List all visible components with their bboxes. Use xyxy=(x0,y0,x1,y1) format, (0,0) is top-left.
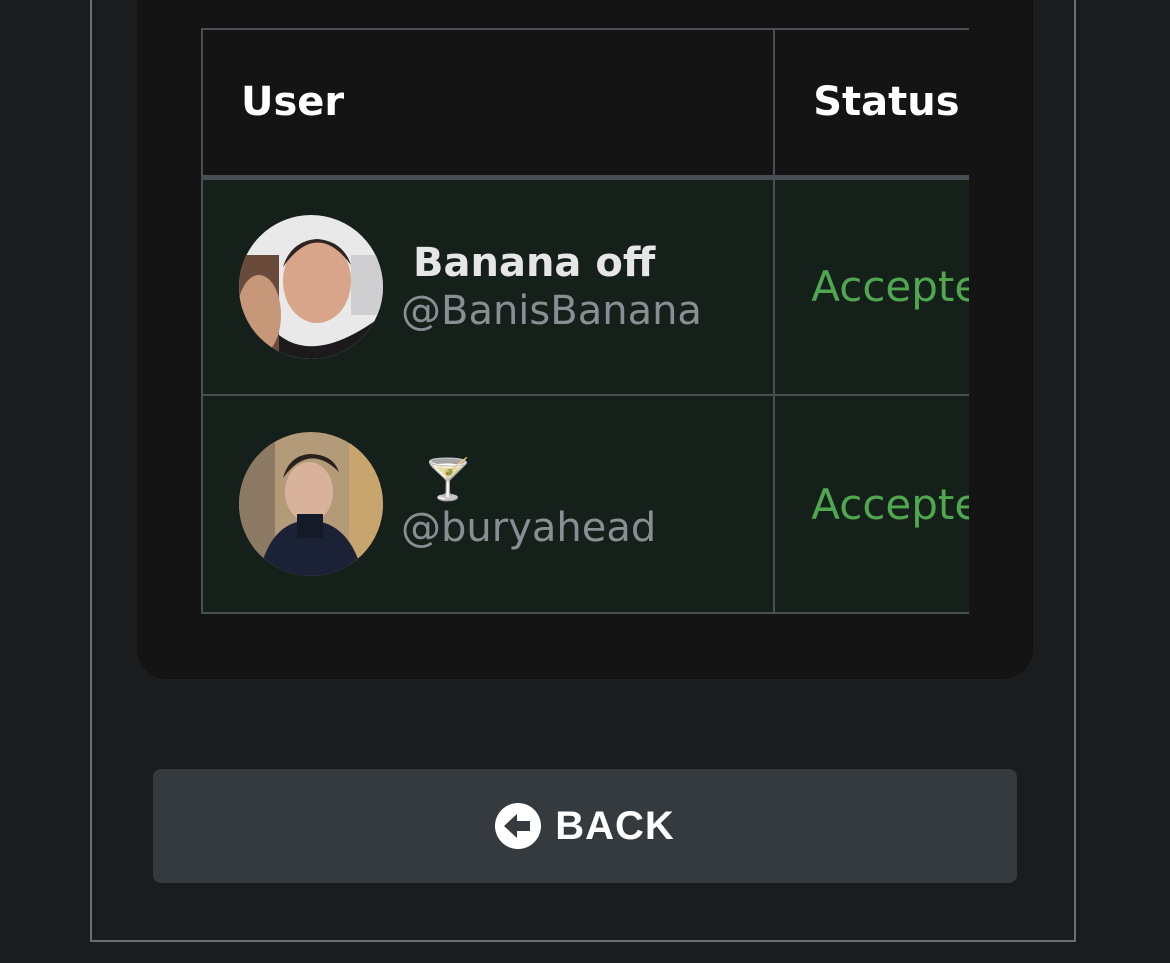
back-button-label: BACK xyxy=(555,803,675,848)
status-cell: Accepted xyxy=(773,176,969,396)
status-cell: Accepted xyxy=(773,394,969,614)
user-cell: 🍸 @buryahead xyxy=(201,394,776,614)
user-handle[interactable]: @BanisBanana xyxy=(401,287,702,335)
column-header-user: User xyxy=(201,28,776,180)
table-row: 🍸 @buryahead Accepted xyxy=(201,394,969,614)
user-handle[interactable]: @buryahead xyxy=(401,504,656,552)
user-display-name: Banana off xyxy=(413,239,656,286)
user-display-name: 🍸 xyxy=(423,457,473,503)
users-table-container[interactable]: User Status Banana off @BanisBanana Acce… xyxy=(201,28,969,618)
table-header-row: User Status xyxy=(201,28,969,180)
user-cell: Banana off @BanisBanana xyxy=(201,176,776,396)
arrow-left-circle-icon xyxy=(495,803,542,849)
status-accepted: Accepted xyxy=(811,479,969,529)
back-button[interactable]: BACK xyxy=(153,769,1017,883)
users-table: User Status Banana off @BanisBanana Acce… xyxy=(201,28,969,614)
avatar[interactable] xyxy=(239,432,383,576)
table-row: Banana off @BanisBanana Accepted xyxy=(201,176,969,396)
status-accepted: Accepted xyxy=(811,262,969,312)
avatar[interactable] xyxy=(239,214,383,359)
column-header-status: Status xyxy=(773,28,969,180)
